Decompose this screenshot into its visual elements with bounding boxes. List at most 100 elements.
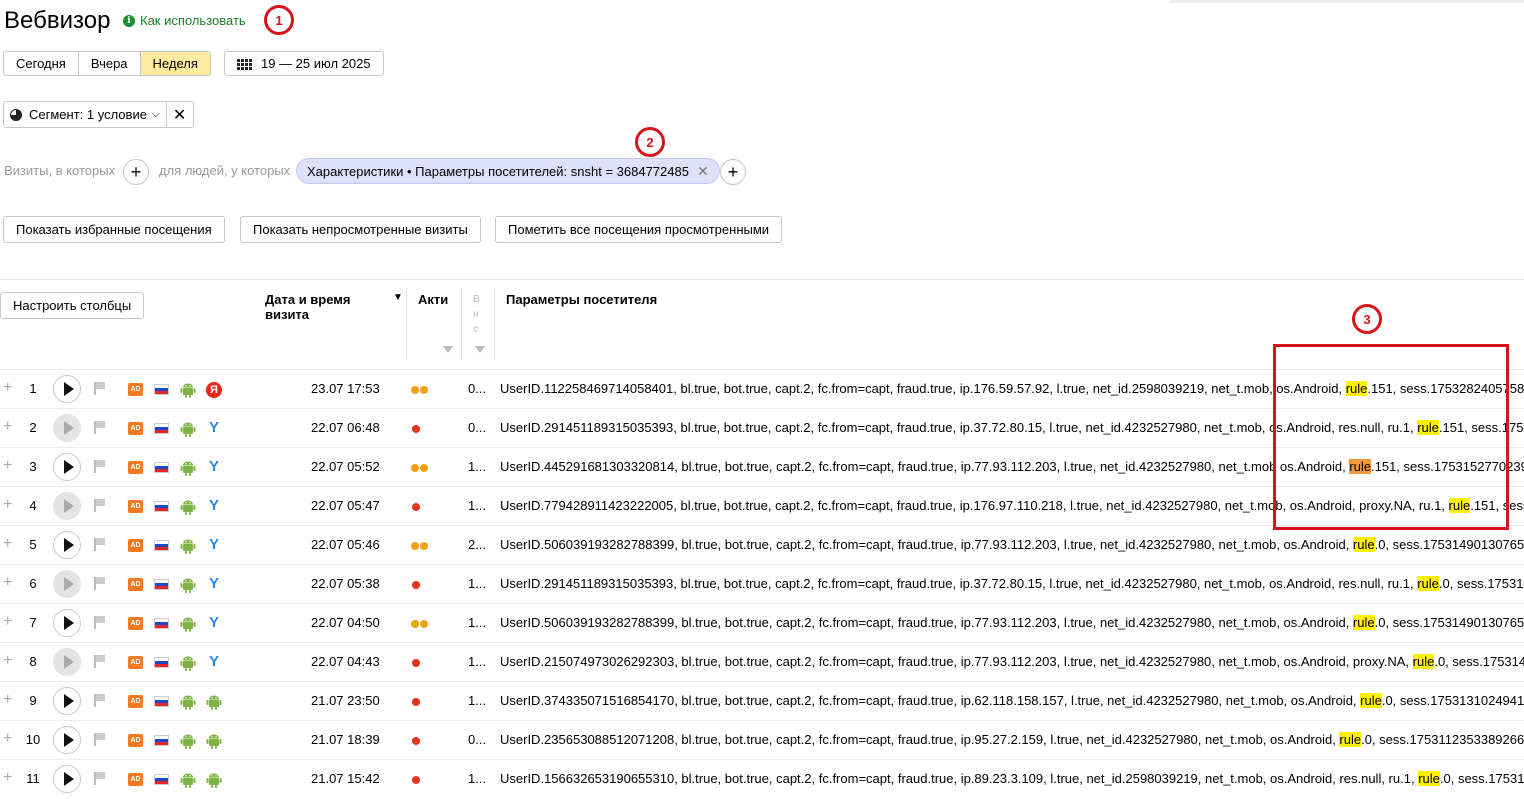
row-number: 8	[29, 654, 37, 669]
callout-2: 2	[635, 127, 665, 157]
expand-row-icon[interactable]: +	[3, 613, 12, 631]
ad-source-icon: AD	[128, 539, 143, 552]
column-header-activity[interactable]: Акти	[418, 292, 448, 307]
expand-row-icon[interactable]: +	[3, 535, 12, 553]
expand-row-icon[interactable]: +	[3, 730, 12, 748]
params-text: .0, sess.17531490130765165	[1374, 537, 1524, 552]
params-text: .0, sess.17531490130765165	[1374, 615, 1524, 630]
activity-indicator	[411, 503, 420, 511]
play-button[interactable]	[53, 648, 81, 676]
play-button[interactable]	[53, 492, 81, 520]
column-header-date[interactable]: Дата и время визита	[265, 292, 375, 322]
show-unviewed-button[interactable]: Показать непросмотренные визиты	[240, 216, 481, 243]
russia-flag-icon	[154, 579, 169, 590]
sort-desc-icon[interactable]: ▼	[393, 292, 403, 303]
favorite-flag-icon[interactable]	[94, 616, 106, 629]
filter-chip[interactable]: Характеристики • Параметры посетителей: …	[296, 158, 720, 184]
play-button[interactable]	[53, 531, 81, 559]
favorite-flag-icon[interactable]	[94, 733, 106, 746]
visit-datetime: 22.07 05:38	[311, 576, 380, 591]
favorite-flag-icon[interactable]	[94, 460, 106, 473]
expand-row-icon[interactable]: +	[3, 691, 12, 709]
visitor-params: UserID.506039193282788399, bl.true, bot.…	[500, 537, 1524, 552]
activity-indicator	[411, 425, 420, 433]
android-browser-icon	[206, 772, 222, 788]
row-number: 3	[29, 459, 37, 474]
play-button[interactable]	[53, 687, 81, 715]
ad-source-icon: AD	[128, 773, 143, 786]
add-visit-condition-button[interactable]: +	[123, 159, 149, 185]
russia-flag-icon	[154, 423, 169, 434]
chip-remove-icon[interactable]: ✕	[697, 163, 709, 180]
favorite-flag-icon[interactable]	[94, 421, 106, 434]
favorite-flag-icon[interactable]	[94, 772, 106, 785]
truncated-value: 1...	[468, 459, 487, 474]
column-header-narrow[interactable]: В н с	[473, 292, 481, 337]
table-row[interactable]: +10 AD 21.07 18:39 0... UserID.2356530885120…	[0, 720, 1524, 760]
play-button[interactable]	[53, 609, 81, 637]
favorite-flag-icon[interactable]	[94, 694, 106, 707]
favorite-flag-icon[interactable]	[94, 538, 106, 551]
yandex-y-browser-icon: Y	[208, 419, 219, 436]
android-os-icon	[180, 499, 196, 515]
table-row[interactable]: +7 AD Y 22.07 04:50 1... UserID.5060391932827…	[0, 603, 1524, 643]
howto-link[interactable]: i Как использовать	[123, 13, 246, 28]
column-header-params[interactable]: Параметры посетителя	[506, 292, 657, 307]
favorite-flag-icon[interactable]	[94, 655, 106, 668]
table-row[interactable]: +9 AD 21.07 23:50 1... UserID.37433507151685…	[0, 681, 1524, 721]
play-button[interactable]	[53, 765, 81, 793]
activity-indicator	[411, 698, 420, 706]
table-row[interactable]: +11 AD 21.07 15:42 1... UserID.1566326531906…	[0, 759, 1524, 799]
expand-row-icon[interactable]: +	[3, 457, 12, 475]
truncated-value: 1...	[468, 654, 487, 669]
play-button[interactable]	[53, 414, 81, 442]
table-row[interactable]: +6 AD Y 22.07 05:38 1... UserID.2914511893150…	[0, 564, 1524, 604]
expand-row-icon[interactable]: +	[3, 418, 12, 436]
params-highlight: rule	[1352, 615, 1375, 630]
period-selector: Сегодня Вчера Неделя	[3, 51, 211, 76]
table-row[interactable]: +8 AD Y 22.07 04:43 1... UserID.2150749730262…	[0, 642, 1524, 682]
android-os-icon	[180, 733, 196, 749]
favorite-flag-icon[interactable]	[94, 499, 106, 512]
play-icon	[63, 460, 74, 474]
truncated-value: 1...	[468, 498, 487, 513]
ad-source-icon: AD	[128, 695, 143, 708]
play-icon	[63, 499, 74, 513]
expand-row-icon[interactable]: +	[3, 769, 12, 787]
visitor-params: UserID.374335071516854170, bl.true, bot.…	[500, 693, 1524, 708]
period-week[interactable]: Неделя	[140, 52, 210, 75]
date-range-button[interactable]: 19 — 25 июл 2025	[224, 51, 384, 76]
configure-columns-button[interactable]: Настроить столбцы	[0, 292, 145, 319]
favorite-flag-icon[interactable]	[94, 382, 106, 395]
params-highlight: rule	[1418, 771, 1440, 786]
expand-row-icon[interactable]: +	[3, 496, 12, 514]
russia-flag-icon	[154, 657, 169, 668]
android-os-icon	[180, 421, 196, 437]
howto-label: Как использовать	[140, 13, 246, 28]
visitor-params: UserID.291451189315035393, bl.true, bot.…	[500, 576, 1524, 591]
filter-funnel-icon[interactable]	[475, 346, 485, 353]
filter-funnel-icon[interactable]	[443, 346, 453, 353]
mark-all-viewed-button[interactable]: Пометить все посещения просмотренными	[495, 216, 783, 243]
expand-row-icon[interactable]: +	[3, 574, 12, 592]
segment-clear-button[interactable]: ✕	[167, 102, 193, 127]
segment-dropdown[interactable]: Сегмент: 1 условие ⌵	[4, 102, 167, 127]
favorite-flag-icon[interactable]	[94, 577, 106, 590]
close-icon: ✕	[172, 106, 187, 124]
show-favorites-button[interactable]: Показать избранные посещения	[3, 216, 225, 243]
play-button[interactable]	[53, 570, 81, 598]
play-button[interactable]	[53, 726, 81, 754]
table-row[interactable]: +5 AD Y 22.07 05:46 2... UserID.5060391932827…	[0, 525, 1524, 565]
play-button[interactable]	[53, 375, 81, 403]
expand-row-icon[interactable]: +	[3, 379, 12, 397]
params-highlight: rule	[1412, 654, 1435, 669]
play-button[interactable]	[53, 453, 81, 481]
row-number: 6	[29, 576, 37, 591]
params-highlight: rule	[1339, 732, 1362, 747]
expand-row-icon[interactable]: +	[3, 652, 12, 670]
add-people-condition-button[interactable]: +	[720, 159, 746, 185]
period-yesterday[interactable]: Вчера	[79, 52, 141, 75]
ad-source-icon: AD	[128, 578, 143, 591]
period-today[interactable]: Сегодня	[4, 52, 79, 75]
truncated-value: 0...	[468, 381, 487, 396]
